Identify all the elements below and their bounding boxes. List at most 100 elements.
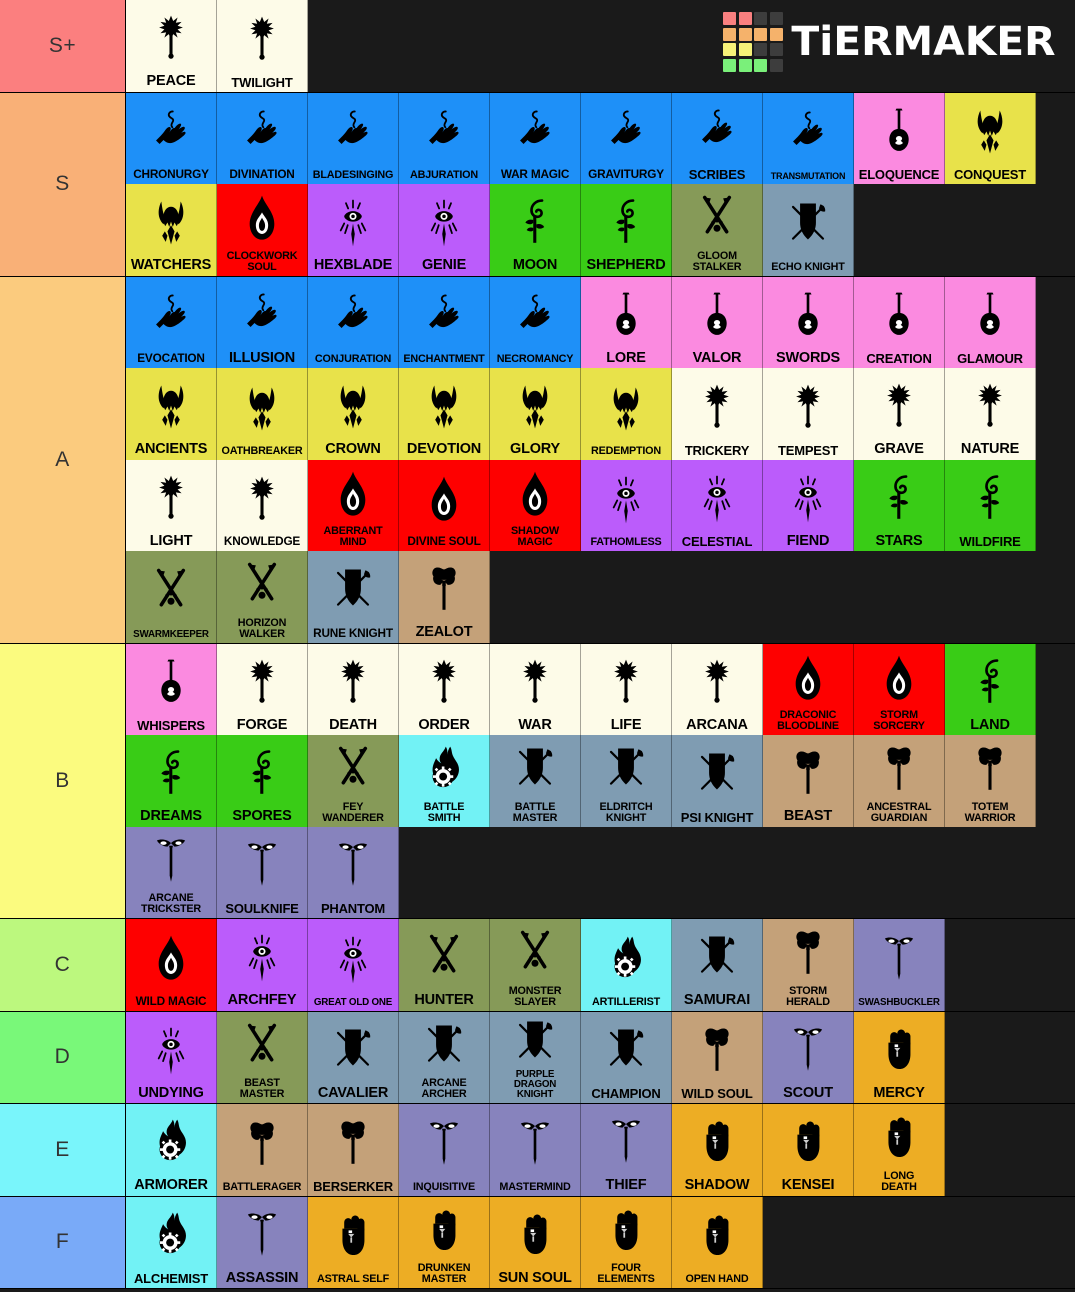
tier-item-card[interactable]: TRICKERY (672, 368, 763, 460)
tier-item-card[interactable]: WILD SOUL (672, 1011, 763, 1103)
tier-item-card[interactable]: RUNE KNIGHT (308, 551, 399, 643)
tier-item-card[interactable]: CROWN (308, 368, 399, 460)
tier-item-card[interactable]: CLOCKWORK SOUL (217, 184, 308, 276)
tier-item-card[interactable]: TWILIGHT (217, 0, 308, 92)
tier-item-card[interactable]: DREAMS (126, 735, 217, 827)
tier-item-card[interactable]: ENCHANTMENT (399, 276, 490, 368)
tier-item-card[interactable]: DIVINATION (217, 92, 308, 184)
tier-item-card[interactable]: STARS (854, 459, 945, 551)
tier-item-card[interactable]: HUNTER (399, 919, 490, 1011)
tier-item-card[interactable]: BATTLERAGER (217, 1104, 308, 1196)
tier-item-card[interactable]: NATURE (945, 368, 1036, 460)
tier-item-card[interactable]: TRANSMUTATION (763, 92, 854, 184)
tier-label-a[interactable]: A (0, 276, 126, 643)
tier-item-card[interactable]: GLAMOUR (945, 276, 1036, 368)
tier-item-card[interactable]: SCRIBES (672, 92, 763, 184)
tier-item-card[interactable]: SWORDS (763, 276, 854, 368)
tier-item-card[interactable]: DRUNKEN MASTER (399, 1196, 490, 1288)
tier-label-f[interactable]: F (0, 1196, 126, 1288)
tier-item-card[interactable]: DRACONIC BLOODLINE (763, 643, 854, 735)
tier-item-card[interactable]: LONG DEATH (854, 1104, 945, 1196)
tier-item-card[interactable]: WAR MAGIC (490, 92, 581, 184)
tier-item-card[interactable]: GLOOM STALKER (672, 184, 763, 276)
tier-item-card[interactable]: ZEALOT (399, 551, 490, 643)
tier-item-card[interactable]: CELESTIAL (672, 459, 763, 551)
tier-item-card[interactable]: SWASHBUCKLER (854, 919, 945, 1011)
tier-item-card[interactable]: GRAVE (854, 368, 945, 460)
tier-label-s[interactable]: S (0, 92, 126, 276)
tier-item-card[interactable]: STORM HERALD (763, 919, 854, 1011)
tier-item-card[interactable]: VALOR (672, 276, 763, 368)
tier-item-card[interactable]: ASSASSIN (217, 1196, 308, 1288)
tier-item-card[interactable]: GRAVITURGY (581, 92, 672, 184)
tier-item-card[interactable]: ARMORER (126, 1104, 217, 1196)
tier-item-card[interactable]: CHAMPION (581, 1011, 672, 1103)
tier-item-card[interactable]: TEMPEST (763, 368, 854, 460)
tier-item-card[interactable]: WHISPERS (126, 643, 217, 735)
tier-item-card[interactable]: ORDER (399, 643, 490, 735)
tier-item-card[interactable]: FATHOMLESS (581, 459, 672, 551)
tier-item-card[interactable]: FEY WANDERER (308, 735, 399, 827)
tier-item-card[interactable]: REDEMPTION (581, 368, 672, 460)
tier-item-card[interactable]: MOON (490, 184, 581, 276)
tier-item-card[interactable]: CONQUEST (945, 92, 1036, 184)
tier-item-card[interactable]: MASTERMIND (490, 1104, 581, 1196)
tier-item-card[interactable]: GLORY (490, 368, 581, 460)
tier-item-card[interactable]: SHADOW MAGIC (490, 459, 581, 551)
tier-item-card[interactable]: DEATH (308, 643, 399, 735)
tier-item-card[interactable]: ALCHEMIST (126, 1196, 217, 1288)
tier-item-card[interactable]: TOTEM WARRIOR (945, 735, 1036, 827)
tier-item-card[interactable]: ABJURATION (399, 92, 490, 184)
tier-item-card[interactable]: NECROMANCY (490, 276, 581, 368)
tier-item-card[interactable]: OPEN HAND (672, 1196, 763, 1288)
tier-item-card[interactable]: OATHBREAKER (217, 368, 308, 460)
tier-item-card[interactable]: UNDYING (126, 1011, 217, 1103)
tier-item-card[interactable]: WILD MAGIC (126, 919, 217, 1011)
tier-item-card[interactable]: ASTRAL SELF (308, 1196, 399, 1288)
tier-item-card[interactable]: WILDFIRE (945, 459, 1036, 551)
tier-item-card[interactable]: LIFE (581, 643, 672, 735)
tier-item-card[interactable]: MONSTER SLAYER (490, 919, 581, 1011)
tier-item-card[interactable]: ELDRITCH KNIGHT (581, 735, 672, 827)
tier-item-card[interactable]: BATTLE SMITH (399, 735, 490, 827)
tier-item-card[interactable]: FORGE (217, 643, 308, 735)
tier-label-b[interactable]: B (0, 643, 126, 918)
tier-item-card[interactable]: ARCHFEY (217, 919, 308, 1011)
tier-item-card[interactable]: FIEND (763, 459, 854, 551)
tier-item-card[interactable]: SUN SOUL (490, 1196, 581, 1288)
tier-item-card[interactable]: PSI KNIGHT (672, 735, 763, 827)
tier-item-card[interactable]: KENSEI (763, 1104, 854, 1196)
tier-item-card[interactable]: ANCIENTS (126, 368, 217, 460)
tier-item-card[interactable]: LIGHT (126, 459, 217, 551)
tier-item-card[interactable]: ARCANE ARCHER (399, 1011, 490, 1103)
tier-item-card[interactable]: INQUISITIVE (399, 1104, 490, 1196)
tier-item-card[interactable]: CAVALIER (308, 1011, 399, 1103)
tier-item-card[interactable]: MERCY (854, 1011, 945, 1103)
tier-item-card[interactable]: DIVINE SOUL (399, 459, 490, 551)
tier-item-card[interactable]: HEXBLADE (308, 184, 399, 276)
tier-item-card[interactable]: PHANTOM (308, 826, 399, 918)
tier-item-card[interactable]: ANCESTRAL GUARDIAN (854, 735, 945, 827)
tier-item-card[interactable]: LORE (581, 276, 672, 368)
tier-item-card[interactable]: WATCHERS (126, 184, 217, 276)
tier-item-card[interactable]: BERSERKER (308, 1104, 399, 1196)
tier-item-card[interactable]: WAR (490, 643, 581, 735)
tier-item-card[interactable]: ELOQUENCE (854, 92, 945, 184)
tier-item-card[interactable]: BLADESINGING (308, 92, 399, 184)
tier-item-card[interactable]: SHADOW (672, 1104, 763, 1196)
tier-item-card[interactable]: EVOCATION (126, 276, 217, 368)
tier-item-card[interactable]: ARCANA (672, 643, 763, 735)
tier-item-card[interactable]: CHRONURGY (126, 92, 217, 184)
tier-item-card[interactable]: DEVOTION (399, 368, 490, 460)
tier-item-card[interactable]: PEACE (126, 0, 217, 92)
tier-item-card[interactable]: STORM SORCERY (854, 643, 945, 735)
tier-item-card[interactable]: SWARMKEEPER (126, 551, 217, 643)
tier-label-e[interactable]: E (0, 1104, 126, 1196)
tier-item-card[interactable]: GREAT OLD ONE (308, 919, 399, 1011)
tier-item-card[interactable]: BEAST MASTER (217, 1011, 308, 1103)
tier-item-card[interactable]: THIEF (581, 1104, 672, 1196)
tier-item-card[interactable]: SPORES (217, 735, 308, 827)
tier-item-card[interactable]: SCOUT (763, 1011, 854, 1103)
tier-label-d[interactable]: D (0, 1011, 126, 1103)
tier-item-card[interactable]: ARTILLERIST (581, 919, 672, 1011)
